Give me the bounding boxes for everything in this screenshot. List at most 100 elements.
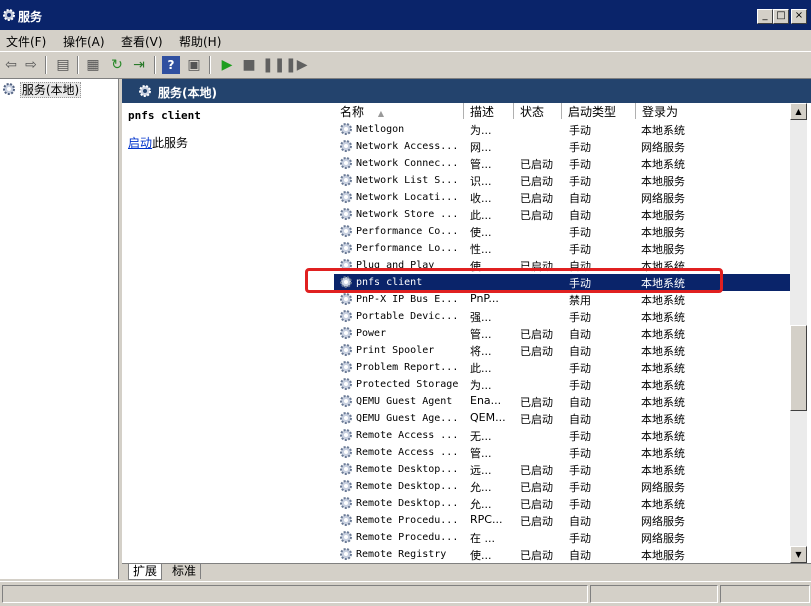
service-name-cell: Network Connec...: [356, 158, 459, 169]
table-row[interactable]: Portable Devic... 强... 手动 本地系统: [334, 308, 790, 325]
table-row[interactable]: Problem Report... 此... 手动 本地系统: [334, 359, 790, 376]
table-row[interactable]: PnP-X IP Bus E... PnP... 禁用 本地系统: [334, 291, 790, 308]
column-header-startup-type[interactable]: 启动类型: [562, 103, 636, 119]
show-tree-icon[interactable]: ▤: [54, 56, 72, 74]
service-description-cell: 使...: [470, 260, 492, 273]
service-logon-cell: 本地系统: [641, 498, 685, 511]
service-startup-cell: 手动: [569, 464, 591, 477]
table-row[interactable]: Network Access... 网... 手动 网络服务: [334, 138, 790, 155]
menu-help[interactable]: 帮助(H): [179, 33, 221, 50]
table-row[interactable]: Plug and Play 使... 已启动 自动 本地系统: [334, 257, 790, 274]
help-icon[interactable]: ?: [162, 56, 180, 74]
service-startup-cell: 手动: [569, 447, 591, 460]
properties-icon[interactable]: ▦: [84, 56, 102, 74]
table-row[interactable]: Remote Registry 使... 已启动 自动 本地服务: [334, 546, 790, 563]
service-status-cell: 已启动: [520, 328, 553, 341]
toolbar-separator: [154, 56, 156, 74]
menu-view[interactable]: 查看(V): [121, 33, 163, 50]
service-logon-cell: 网络服务: [641, 481, 685, 494]
table-row[interactable]: Remote Access ... 无... 手动 本地系统: [334, 427, 790, 444]
table-row[interactable]: Network Connec... 管... 已启动 手动 本地系统: [334, 155, 790, 172]
tab-extended[interactable]: 扩展: [128, 564, 163, 580]
table-row[interactable]: Remote Desktop... 允... 已启动 手动 网络服务: [334, 478, 790, 495]
service-description-cell: 使...: [470, 226, 492, 239]
service-logon-cell: 本地系统: [641, 260, 685, 273]
column-header-logon[interactable]: 登录为: [636, 103, 790, 119]
table-row[interactable]: Performance Lo... 性... 手动 本地服务: [334, 240, 790, 257]
table-row[interactable]: Network List S... 识... 已启动 手动 本地服务: [334, 172, 790, 189]
service-name-cell: Remote Procedu...: [356, 515, 459, 526]
table-row[interactable]: pnfs client 手动 本地系统: [334, 274, 790, 291]
table-row[interactable]: Print Spooler 将... 已启动 自动 本地系统: [334, 342, 790, 359]
status-panel: [720, 585, 810, 603]
service-name-cell: Protected Storage: [356, 379, 459, 390]
export-icon[interactable]: ⇥: [130, 56, 148, 74]
service-name-cell: Performance Co...: [356, 226, 459, 237]
column-header-status[interactable]: 状态: [514, 103, 562, 119]
service-description-cell: PnP...: [470, 292, 499, 305]
service-description-cell: 允...: [470, 498, 492, 511]
table-row[interactable]: QEMU Guest Agent Ena... 已启动 自动 本地系统: [334, 393, 790, 410]
tree-item-services-local[interactable]: 服务(本地): [2, 81, 82, 98]
service-startup-cell: 手动: [569, 226, 591, 239]
table-row[interactable]: QEMU Guest Age... QEM... 已启动 自动 本地系统: [334, 410, 790, 427]
menu-file[interactable]: 文件(F): [6, 33, 46, 50]
table-row[interactable]: Netlogon 为... 手动 本地系统: [334, 121, 790, 138]
view-icon[interactable]: ▣: [185, 56, 203, 74]
service-logon-cell: 本地系统: [641, 447, 685, 460]
scroll-thumb[interactable]: [790, 325, 807, 411]
table-row[interactable]: Protected Storage 为... 手动 本地系统: [334, 376, 790, 393]
column-header-description[interactable]: 描述: [464, 103, 514, 119]
service-gear-icon: [340, 157, 352, 169]
service-gear-icon: [340, 123, 352, 135]
service-gear-icon: [340, 480, 352, 492]
table-row[interactable]: Performance Co... 使... 手动 本地服务: [334, 223, 790, 240]
maximize-button[interactable]: □: [773, 9, 789, 24]
column-header-name[interactable]: 名称 ▲: [334, 103, 464, 119]
tree-item-label: 服务(本地): [19, 82, 82, 98]
service-logon-cell: 本地系统: [641, 379, 685, 392]
table-row[interactable]: Network Locati... 收... 已启动 自动 网络服务: [334, 189, 790, 206]
resume-icon[interactable]: ❚▶: [285, 56, 308, 74]
service-startup-cell: 自动: [569, 260, 591, 273]
scroll-down-icon[interactable]: ▼: [790, 546, 807, 563]
minimize-button[interactable]: _: [757, 9, 773, 24]
table-row[interactable]: Remote Procedu... RPC... 已启动 自动 网络服务: [334, 512, 790, 529]
start-icon[interactable]: ▶: [218, 56, 236, 74]
scroll-up-icon[interactable]: ▲: [790, 103, 807, 120]
tree-pane: 服务(本地): [0, 79, 119, 579]
tab-standard[interactable]: 标准: [168, 564, 202, 579]
service-logon-cell: 本地系统: [641, 294, 685, 307]
service-status-cell: 已启动: [520, 515, 553, 528]
table-row[interactable]: Remote Access ... 管... 手动 本地系统: [334, 444, 790, 461]
service-logon-cell: 本地系统: [641, 396, 685, 409]
menu-action[interactable]: 操作(A): [63, 33, 105, 50]
forward-icon[interactable]: ⇨: [22, 56, 40, 74]
back-icon[interactable]: ⇦: [2, 56, 20, 74]
service-status-cell: 已启动: [520, 464, 553, 477]
service-description-cell: 此...: [470, 362, 492, 375]
table-row[interactable]: Remote Desktop... 远... 已启动 手动 本地系统: [334, 461, 790, 478]
service-description-cell: QEM...: [470, 411, 506, 424]
service-logon-cell: 本地服务: [641, 549, 685, 562]
service-description-cell: Ena...: [470, 394, 502, 407]
stop-icon[interactable]: ■: [240, 56, 258, 74]
table-row[interactable]: Network Store ... 此... 已启动 自动 本地服务: [334, 206, 790, 223]
service-startup-cell: 手动: [569, 498, 591, 511]
service-logon-cell: 本地系统: [641, 124, 685, 137]
refresh-icon[interactable]: ↻: [108, 56, 126, 74]
service-logon-cell: 网络服务: [641, 192, 685, 205]
pause-icon[interactable]: ❚❚: [262, 56, 285, 74]
start-service-link[interactable]: 启动: [128, 136, 152, 150]
table-row[interactable]: Power 管... 已启动 自动 本地系统: [334, 325, 790, 342]
services-pane: 服务(本地) pnfs client 启动此服务 名称 ▲ 描述 状态 启动类型…: [122, 79, 811, 580]
service-name-cell: Remote Procedu...: [356, 532, 459, 543]
service-name-cell: Network Locati...: [356, 192, 459, 203]
service-description-cell: 网...: [470, 141, 492, 154]
service-name-cell: pnfs client: [356, 277, 423, 288]
close-button[interactable]: ×: [791, 9, 807, 24]
table-row[interactable]: Remote Procedu... 在 ... 手动 网络服务: [334, 529, 790, 546]
table-row[interactable]: Remote Desktop... 允... 已启动 手动 本地系统: [334, 495, 790, 512]
service-gear-icon: [340, 531, 352, 543]
vertical-scrollbar[interactable]: ▲ ▼: [790, 103, 807, 563]
